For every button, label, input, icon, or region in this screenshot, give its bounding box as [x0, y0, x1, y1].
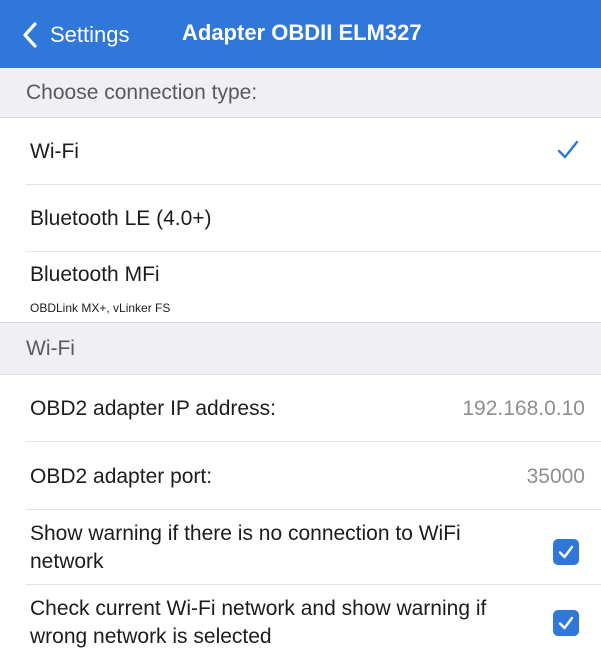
ip-address-label: OBD2 adapter IP address:: [30, 397, 276, 420]
ip-address-row[interactable]: OBD2 adapter IP address: 192.168.0.10: [0, 375, 601, 442]
checkmark-icon: [558, 545, 574, 559]
connection-option-subtitle: OBDLink MX+, vLinker FS: [30, 301, 171, 315]
connection-option-bluetooth-le[interactable]: Bluetooth LE (4.0+): [0, 185, 601, 252]
connection-option-wifi[interactable]: Wi-Fi: [0, 118, 601, 185]
warn-wrong-network-label: Check current Wi-Fi network and show war…: [30, 597, 487, 648]
connection-option-label: Bluetooth LE (4.0+): [30, 207, 212, 230]
connection-option-label: Bluetooth MFi: [30, 263, 160, 286]
back-button[interactable]: Settings: [22, 17, 130, 53]
port-label: OBD2 adapter port:: [30, 465, 213, 488]
wifi-section-header: Wi-Fi: [0, 322, 601, 375]
checkmark-icon: [558, 616, 574, 630]
port-value[interactable]: 35000: [527, 465, 585, 489]
warn-no-connection-checkbox[interactable]: [553, 539, 579, 565]
connection-option-bluetooth-mfi[interactable]: Bluetooth MFi OBDLink MX+, vLinker FS: [0, 252, 601, 322]
ip-address-value[interactable]: 192.168.0.10: [462, 397, 585, 421]
page-title: Adapter OBDII ELM327: [182, 20, 422, 45]
port-row[interactable]: OBD2 adapter port: 35000: [0, 442, 601, 510]
warn-no-connection-label: Show warning if there is no connection t…: [30, 522, 461, 573]
connection-type-header: Choose connection type:: [0, 68, 601, 118]
chevron-left-icon: [23, 22, 37, 48]
checkmark-icon: [557, 140, 579, 159]
navigation-bar: Settings Adapter OBDII ELM327: [0, 0, 601, 68]
warn-no-connection-row[interactable]: Show warning if there is no connection t…: [0, 510, 601, 585]
back-button-label: Settings: [50, 22, 130, 47]
connection-option-label: Wi-Fi: [30, 140, 79, 163]
warn-wrong-network-row[interactable]: Check current Wi-Fi network and show war…: [0, 585, 601, 655]
warn-wrong-network-checkbox[interactable]: [553, 610, 579, 636]
